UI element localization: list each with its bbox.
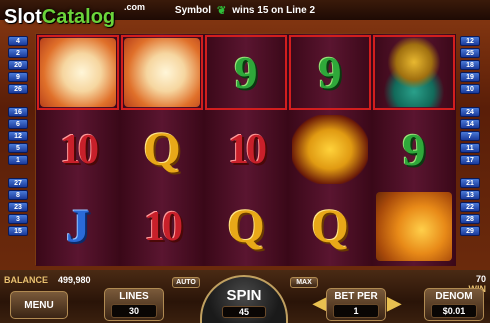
symbol-Q: Q [120, 111, 204, 188]
balance-display: BALANCE 499,980 [4, 275, 91, 285]
symbol-9: 9 [204, 34, 288, 111]
payline-badge: 18 [460, 60, 480, 70]
reel: 9Q [288, 34, 372, 266]
symbol-label: 10 [144, 203, 183, 250]
payline-badge: 16 [8, 107, 28, 117]
payline-badge: 29 [460, 226, 480, 236]
payline-badge: 11 [460, 143, 480, 153]
symbol-9: 9 [288, 34, 372, 111]
lucky-cat-symbol [40, 38, 116, 107]
bet-increase-arrow-icon[interactable]: ▶ [387, 293, 401, 313]
symbol-label: 10 [228, 126, 267, 173]
balance-label: BALANCE [4, 275, 48, 285]
payline-badge: 27 [8, 178, 28, 188]
payline-badge: 19 [460, 72, 480, 82]
payline-badge: 12 [460, 36, 480, 46]
reel: 9 10 Q [204, 34, 288, 266]
slot-game: Symbol ❦ wins 15 on Line 2 SlotCatalog .… [0, 0, 490, 323]
symbol-label: 9 [402, 124, 426, 175]
payline-badge: 9 [8, 72, 28, 82]
payline-badge: 10 [460, 84, 480, 94]
golden-dragon-symbol [376, 192, 452, 261]
payline-badge: 20 [8, 60, 28, 70]
payline-badge: 24 [460, 107, 480, 117]
menu-label: MENU [24, 299, 54, 311]
golden-dragon-icon [372, 188, 456, 265]
symbol-label: Q [311, 200, 349, 253]
payline-badge: 12 [8, 131, 28, 141]
win-message-suffix: wins 15 on Line 2 [232, 4, 316, 16]
lines-value: 30 [110, 304, 158, 318]
site-logo: SlotCatalog .com [4, 2, 154, 36]
payline-badge: 3 [8, 214, 28, 224]
win-value: 70 [475, 274, 486, 284]
reel: 10 J [36, 34, 120, 266]
payline-badge: 8 [8, 190, 28, 200]
denom-label: DENOM [435, 291, 473, 302]
symbol-Q: Q [204, 188, 288, 265]
payline-badge: 26 [8, 84, 28, 94]
lines-button[interactable]: LINES 30 [104, 288, 164, 321]
gold-ingot-icon [288, 111, 372, 188]
payline-indicators-right: 12 25 18 19 10 24 14 7 11 17 21 13 22 28 29 [460, 36, 480, 236]
lines-label: LINES [119, 291, 149, 302]
payline-badge: 7 [460, 131, 480, 141]
payline-badge: 5 [8, 143, 28, 153]
symbol-Q: Q [288, 188, 372, 265]
max-label: MAX [296, 279, 312, 286]
symbol-10: 10 [120, 188, 204, 265]
golden-fish-icon [372, 34, 456, 111]
symbol-label: 9 [318, 47, 342, 98]
golden-fish-symbol [376, 38, 452, 107]
bet-decrease-arrow-icon[interactable]: ◀ [313, 293, 327, 313]
symbol-10: 10 [204, 111, 288, 188]
symbol-label: 10 [60, 126, 99, 173]
win-message-prefix: Symbol [174, 4, 212, 16]
payline-badge: 15 [8, 226, 28, 236]
payline-badge: 21 [460, 178, 480, 188]
symbol-label: Q [143, 123, 181, 176]
payline-badge: 6 [8, 119, 28, 129]
logo-text-main: Slot [4, 6, 42, 28]
symbol-10: 10 [36, 111, 120, 188]
spin-value: 45 [222, 306, 266, 318]
reel-grid: 10 J Q 10 9 10 Q 9 Q 9 [35, 33, 456, 266]
logo-text-accent: Catalog [41, 6, 116, 28]
nine-leaf-icon: ❦ [217, 4, 227, 17]
payline-badge: 4 [8, 36, 28, 46]
payline-badge: 28 [460, 214, 480, 224]
payline-badge: 1 [8, 155, 28, 165]
payline-indicators-left: 4 2 20 9 26 16 6 12 5 1 27 8 23 3 15 [8, 36, 28, 236]
menu-button[interactable]: MENU [10, 291, 68, 319]
auto-button[interactable]: AUTO [172, 277, 200, 288]
reel: 9 [372, 34, 456, 266]
gold-ingot-symbol [292, 115, 368, 184]
reel: Q 10 [120, 34, 204, 266]
symbol-label: J [66, 200, 90, 253]
payline-badge: 2 [8, 48, 28, 58]
symbol-J: J [36, 188, 120, 265]
spin-label: SPIN [226, 287, 262, 304]
payline-badge: 25 [460, 48, 480, 58]
lucky-cat-icon [36, 34, 120, 111]
lucky-cat-symbol [124, 38, 200, 107]
payline-badge: 22 [460, 202, 480, 212]
denom-button[interactable]: DENOM $0.01 [424, 288, 484, 321]
payline-badge: 23 [8, 202, 28, 212]
bet-per-button[interactable]: BET PER 1 [326, 288, 386, 321]
logo-suffix: .com [124, 2, 146, 12]
lucky-cat-icon [120, 34, 204, 111]
symbol-9: 9 [372, 111, 456, 188]
payline-badge: 14 [460, 119, 480, 129]
auto-label: AUTO [176, 279, 196, 286]
symbol-label: 9 [234, 47, 258, 98]
payline-badge: 17 [460, 155, 480, 165]
payline-badge: 13 [460, 190, 480, 200]
balance-value: 499,980 [58, 275, 91, 285]
bet-per-label: BET PER [334, 291, 378, 302]
max-button[interactable]: MAX [290, 277, 318, 288]
denom-value: $0.01 [430, 304, 478, 318]
bet-per-value: 1 [332, 304, 380, 318]
symbol-label: Q [227, 200, 265, 253]
